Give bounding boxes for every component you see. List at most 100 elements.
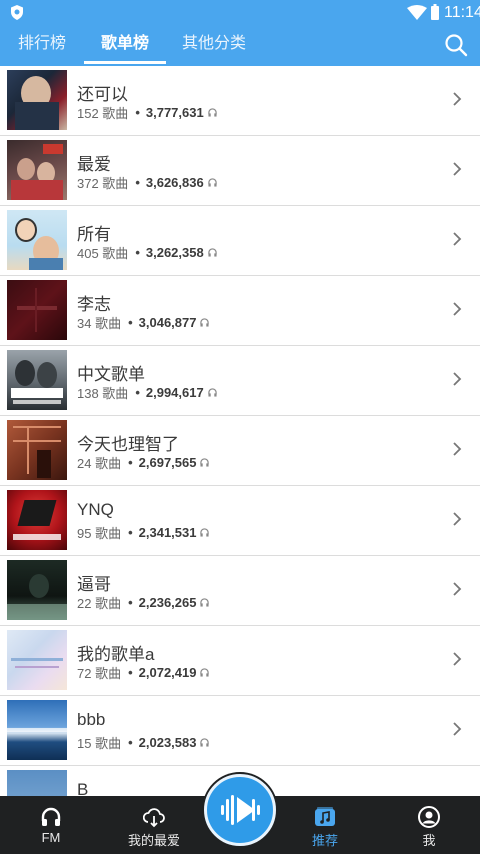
playlist-cover (7, 420, 67, 480)
cloud-download-icon (143, 808, 165, 828)
status-bar: 11:14 (0, 0, 480, 25)
playlist-meta: 372 歌曲 • 3,626,836 (77, 173, 217, 192)
headphones-icon (208, 178, 217, 187)
song-count: 405 歌曲 (77, 246, 129, 261)
shield-icon (11, 5, 23, 20)
separator-dot: • (128, 735, 133, 750)
chevron-right-icon (453, 372, 462, 386)
playlist-cover (7, 70, 67, 130)
separator-dot: • (128, 595, 133, 610)
list-item[interactable]: 最爱 372 歌曲 • 3,626,836 (0, 136, 480, 206)
headphones-icon (208, 108, 217, 117)
list-item[interactable]: 李志 34 歌曲 • 3,046,877 (0, 276, 480, 346)
search-icon[interactable] (444, 33, 468, 57)
top-tab-bar: 排行榜 歌单榜 其他分类 (0, 25, 480, 66)
list-item[interactable]: 逼哥 22 歌曲 • 2,236,265 (0, 556, 480, 626)
playlist-cover (7, 770, 67, 796)
song-count: 34 歌曲 (77, 316, 122, 331)
playlist-cover (7, 630, 67, 690)
playlist-cover (7, 210, 67, 270)
separator-dot: • (128, 525, 133, 540)
now-playing-button[interactable] (204, 774, 276, 846)
tab-other-categories[interactable]: 其他分类 (172, 25, 256, 66)
headphones-icon (200, 598, 210, 607)
headphones-icon (200, 458, 210, 467)
song-count: 24 歌曲 (77, 456, 122, 471)
playlist-title: 我的歌单a (77, 645, 155, 664)
playlist-meta: 152 歌曲 • 3,777,631 (77, 103, 217, 122)
nav-me[interactable]: 我 (398, 796, 460, 854)
playlist-meta: 24 歌曲 • 2,697,565 (77, 453, 210, 472)
playlist-cover (7, 490, 67, 550)
nav-favorites[interactable]: 我的最爱 (118, 796, 190, 854)
playlist-title: 逼哥 (77, 575, 111, 594)
tab-rankings[interactable]: 排行榜 (6, 25, 78, 66)
chevron-right-icon (453, 92, 462, 106)
headphones-icon (208, 388, 217, 397)
status-time: 11:14 (444, 4, 480, 21)
playlist-title: YNQ (77, 500, 114, 519)
headphones-icon (200, 528, 210, 537)
list-item[interactable]: 我的歌单a 72 歌曲 • 2,072,419 (0, 626, 480, 696)
separator-dot: • (128, 455, 133, 470)
playlist-meta: 34 歌曲 • 3,046,877 (77, 313, 210, 332)
chevron-right-icon (453, 232, 462, 246)
playlist-meta: 405 歌曲 • 3,262,358 (77, 243, 217, 262)
playlist-meta: 22 歌曲 • 2,236,265 (77, 593, 210, 612)
song-count: 95 歌曲 (77, 526, 122, 541)
separator-dot: • (128, 665, 133, 680)
song-count: 138 歌曲 (77, 386, 129, 401)
play-count: 2,072,419 (138, 665, 197, 680)
playlist-title: 还可以 (77, 85, 128, 104)
separator-dot: • (128, 315, 133, 330)
list-item[interactable]: bbb 15 歌曲 • 2,023,583 (0, 696, 480, 766)
play-count: 2,697,565 (138, 455, 197, 470)
playlist-title: B (77, 780, 89, 796)
list-item[interactable]: 今天也理智了 24 歌曲 • 2,697,565 (0, 416, 480, 486)
playlist-meta: 95 歌曲 • 2,341,531 (77, 523, 210, 542)
play-count: 3,626,836 (145, 175, 204, 190)
chevron-right-icon (453, 162, 462, 176)
playlist-meta: 72 歌曲 • 2,072,419 (77, 663, 210, 682)
song-count: 372 歌曲 (77, 176, 129, 191)
list-item[interactable]: 还可以 152 歌曲 • 3,777,631 (0, 66, 480, 136)
playlist-title: 最爱 (77, 155, 111, 174)
play-count: 3,777,631 (145, 105, 204, 120)
music-note-icon (315, 807, 335, 826)
headphones-icon (200, 318, 210, 327)
song-count: 22 歌曲 (77, 596, 122, 611)
playlist-cover (7, 140, 67, 200)
nav-fm-label: FM (41, 830, 61, 845)
separator-dot: • (135, 175, 140, 190)
nav-fm[interactable]: FM (20, 796, 82, 854)
playlist-title: 李志 (77, 295, 111, 314)
play-count: 2,341,531 (138, 525, 197, 540)
battery-icon (431, 4, 439, 20)
playlist-meta: 138 歌曲 • 2,994,617 (77, 383, 217, 402)
playlist-cover (7, 700, 67, 760)
list-item[interactable]: 所有 405 歌曲 • 3,262,358 (0, 206, 480, 276)
headphones-icon (200, 738, 210, 747)
sound-wave-play-icon (221, 795, 260, 825)
list-item[interactable]: YNQ 95 歌曲 • 2,341,531 (0, 486, 480, 556)
play-count: 2,236,265 (138, 595, 197, 610)
playlist-cover (7, 350, 67, 410)
nav-me-label: 我 (422, 833, 436, 848)
nav-recommend-label: 推荐 (311, 833, 338, 848)
user-icon (418, 806, 440, 828)
list-item[interactable]: 中文歌单 138 歌曲 • 2,994,617 (0, 346, 480, 416)
headphones-icon (200, 668, 210, 677)
separator-dot: • (135, 385, 140, 400)
song-count: 72 歌曲 (77, 666, 122, 681)
playlist-cover (7, 280, 67, 340)
chevron-right-icon (453, 302, 462, 316)
playlist-meta: 15 歌曲 • 2,023,583 (77, 733, 210, 752)
nav-recommend[interactable]: 推荐 (294, 796, 356, 854)
playlist-title: 所有 (77, 225, 111, 244)
playlist-cover (7, 560, 67, 620)
play-count: 2,023,583 (138, 735, 197, 750)
playlist-title: 今天也理智了 (77, 435, 179, 454)
separator-dot: • (135, 245, 140, 260)
wifi-icon (407, 5, 427, 20)
tab-playlist-chart[interactable]: 歌单榜 (84, 25, 166, 66)
